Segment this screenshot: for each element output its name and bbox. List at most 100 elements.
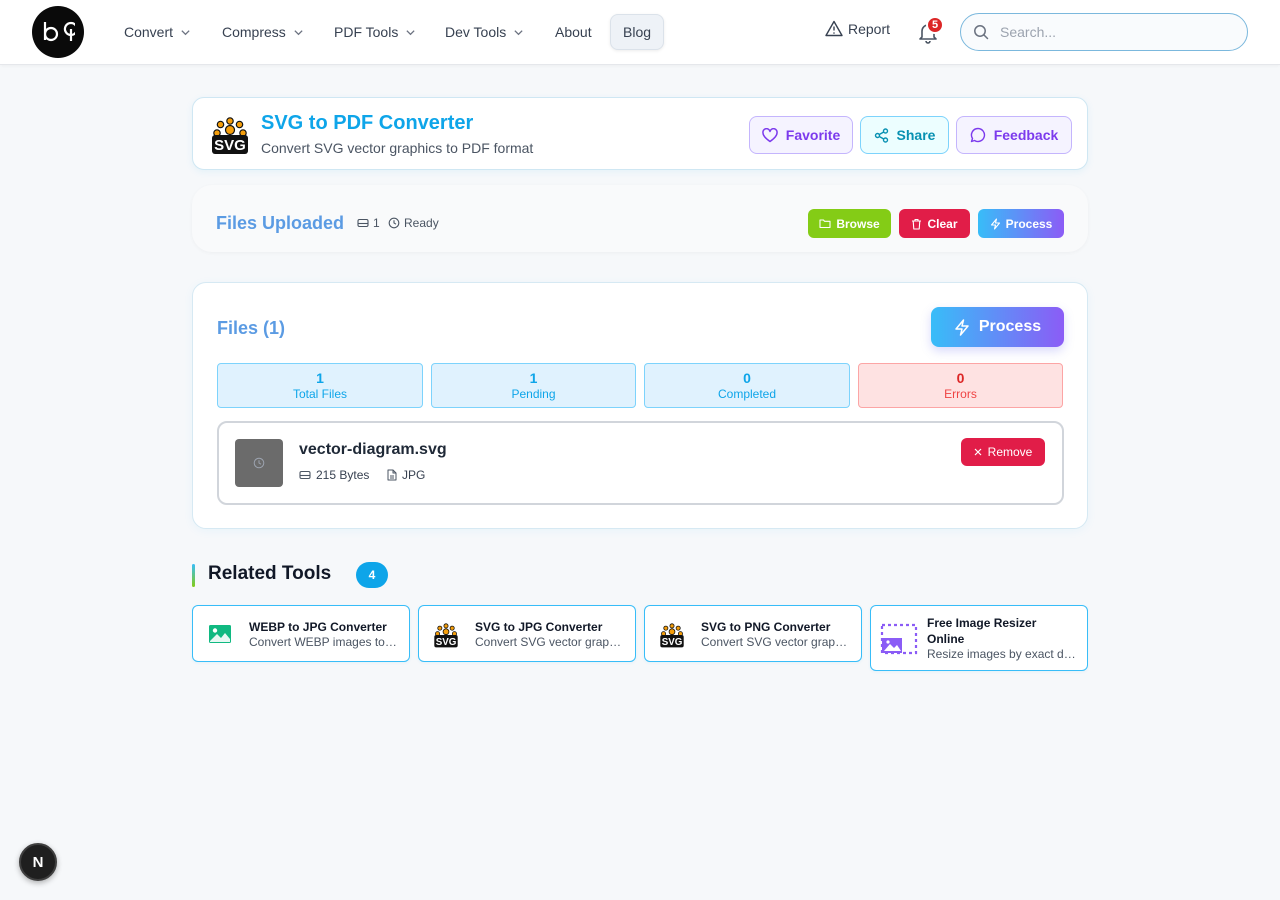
feedback-button[interactable]: Feedback bbox=[956, 116, 1072, 154]
clock-icon bbox=[253, 457, 265, 469]
tool-name: SVG to JPG Converter bbox=[475, 620, 603, 634]
browse-button[interactable]: Browse bbox=[808, 209, 891, 238]
file-format: JPG bbox=[387, 468, 425, 482]
report-label: Report bbox=[848, 20, 891, 37]
process-button[interactable]: Process bbox=[931, 307, 1064, 347]
process-label-small: Process bbox=[1005, 216, 1053, 231]
tool-name: SVG to PNG Converter bbox=[701, 620, 831, 634]
clock-icon bbox=[388, 217, 400, 229]
related-tool-webp-to-jpg[interactable]: WEBP to JPG Converter Convert WEBP image… bbox=[192, 605, 410, 662]
page-subtitle: Convert SVG vector graphics to PDF forma… bbox=[261, 140, 534, 156]
stat-completed: 0 Completed bbox=[644, 363, 850, 408]
brand-logo-icon bbox=[43, 21, 75, 42]
tool-description: Convert WEBP images to JPG format bbox=[249, 635, 399, 649]
nav-compress[interactable]: Compress bbox=[210, 14, 316, 50]
stat-errors: 0 Errors bbox=[858, 363, 1063, 408]
chevron-down-icon bbox=[181, 29, 190, 35]
upload-status: Ready bbox=[388, 216, 439, 230]
drive-icon bbox=[357, 218, 369, 228]
files-panel: Files (1) Process 1 Total Files 1 Pendin… bbox=[192, 282, 1088, 529]
stat-label: Total Files bbox=[292, 387, 348, 401]
tool-description: Resize images by exact dimensions bbox=[927, 647, 1077, 661]
stat-value: 1 bbox=[316, 370, 324, 386]
lightning-icon bbox=[990, 217, 1000, 230]
nav-compress-label: Compress bbox=[222, 24, 286, 40]
file-count-value: 1 bbox=[373, 216, 380, 230]
nav-dev-tools-label: Dev Tools bbox=[445, 24, 507, 40]
tool-description: Convert SVG vector graphics to PNG bbox=[701, 635, 851, 649]
dev-tools-badge[interactable]: N bbox=[19, 843, 57, 881]
process-button-small[interactable]: Process bbox=[978, 209, 1064, 238]
nav-convert[interactable]: Convert bbox=[112, 14, 203, 50]
svg-text:SVG: SVG bbox=[436, 637, 457, 648]
nav-pdf-tools[interactable]: PDF Tools bbox=[322, 14, 428, 50]
stat-value: 0 bbox=[956, 370, 965, 386]
file-size-value: 215 Bytes bbox=[316, 468, 370, 482]
favorite-button[interactable]: Favorite bbox=[749, 116, 853, 154]
stat-value: 1 bbox=[529, 370, 538, 386]
report-button[interactable]: Report bbox=[825, 20, 890, 37]
favorite-label: Favorite bbox=[785, 127, 841, 143]
chevron-down-icon bbox=[294, 29, 303, 35]
share-label: Share bbox=[896, 127, 936, 143]
resize-icon bbox=[880, 623, 918, 655]
warning-icon bbox=[825, 20, 843, 37]
related-tools-title: Related Tools bbox=[208, 563, 332, 584]
upload-status-bar: Files Uploaded 1 Ready Browse Clear Proc… bbox=[192, 185, 1088, 252]
document-icon bbox=[387, 469, 397, 481]
file-count: 1 bbox=[357, 216, 380, 230]
nav-blog[interactable]: Blog bbox=[610, 14, 665, 50]
brand-logo[interactable] bbox=[32, 6, 84, 58]
related-tool-image-resizer[interactable]: Free Image Resizer Online Resize images … bbox=[870, 605, 1088, 671]
folder-icon bbox=[819, 219, 831, 229]
nav-blog-label: Blog bbox=[623, 24, 652, 40]
related-accent-bar bbox=[192, 564, 195, 587]
svg-format-icon: SVG bbox=[212, 117, 248, 154]
feedback-label: Feedback bbox=[993, 127, 1059, 143]
search-icon bbox=[974, 25, 989, 40]
stat-total-files: 1 Total Files bbox=[217, 363, 423, 408]
svg-icon: SVG bbox=[660, 623, 684, 648]
svg-text:SVG: SVG bbox=[214, 137, 246, 154]
chevron-down-icon bbox=[406, 29, 415, 35]
related-count-badge: 4 bbox=[356, 562, 388, 588]
file-format-value: JPG bbox=[402, 468, 426, 482]
clear-label: Clear bbox=[927, 216, 958, 231]
search-box bbox=[960, 13, 1248, 51]
file-thumbnail bbox=[235, 439, 283, 487]
stat-pending: 1 Pending bbox=[431, 363, 636, 408]
tool-name: Free Image Resizer Online bbox=[927, 616, 1037, 646]
file-name: vector-diagram.svg bbox=[299, 441, 447, 458]
remove-label: Remove bbox=[987, 445, 1033, 459]
drive-icon bbox=[299, 470, 311, 480]
stat-value: 0 bbox=[743, 370, 751, 386]
stat-label: Completed bbox=[717, 387, 777, 401]
clear-button[interactable]: Clear bbox=[899, 209, 970, 238]
related-tool-svg-to-jpg[interactable]: SVG SVG to JPG Converter Convert SVG vec… bbox=[418, 605, 636, 662]
process-label: Process bbox=[978, 318, 1042, 335]
file-size: 215 Bytes bbox=[299, 468, 369, 482]
share-icon bbox=[874, 127, 888, 143]
svg-text:SVG: SVG bbox=[662, 637, 683, 648]
related-tool-svg-to-png[interactable]: SVG SVG to PNG Converter Convert SVG vec… bbox=[644, 605, 862, 662]
tool-name: WEBP to JPG Converter bbox=[249, 620, 387, 634]
lightning-icon bbox=[955, 318, 969, 336]
stat-label: Pending bbox=[511, 387, 556, 401]
file-item: vector-diagram.svg 215 Bytes JPG Remove bbox=[217, 421, 1064, 505]
close-icon bbox=[974, 448, 982, 456]
stat-label: Errors bbox=[944, 387, 977, 401]
nav-about-label: About bbox=[555, 24, 592, 40]
nav-dev-tools[interactable]: Dev Tools bbox=[433, 14, 536, 50]
remove-file-button[interactable]: Remove bbox=[961, 438, 1045, 466]
nav-convert-label: Convert bbox=[124, 24, 174, 40]
upload-status-label: Ready bbox=[404, 216, 439, 230]
browse-label: Browse bbox=[836, 216, 880, 231]
chevron-down-icon bbox=[514, 29, 523, 35]
notification-badge: 5 bbox=[926, 16, 944, 34]
svg-icon: SVG bbox=[434, 623, 458, 648]
search-input[interactable] bbox=[1000, 24, 1220, 40]
tool-header: SVG SVG to PDF Converter Convert SVG vec… bbox=[192, 97, 1088, 170]
nav-about[interactable]: About bbox=[543, 14, 604, 50]
chat-bubble-icon bbox=[970, 127, 985, 143]
share-button[interactable]: Share bbox=[860, 116, 949, 154]
